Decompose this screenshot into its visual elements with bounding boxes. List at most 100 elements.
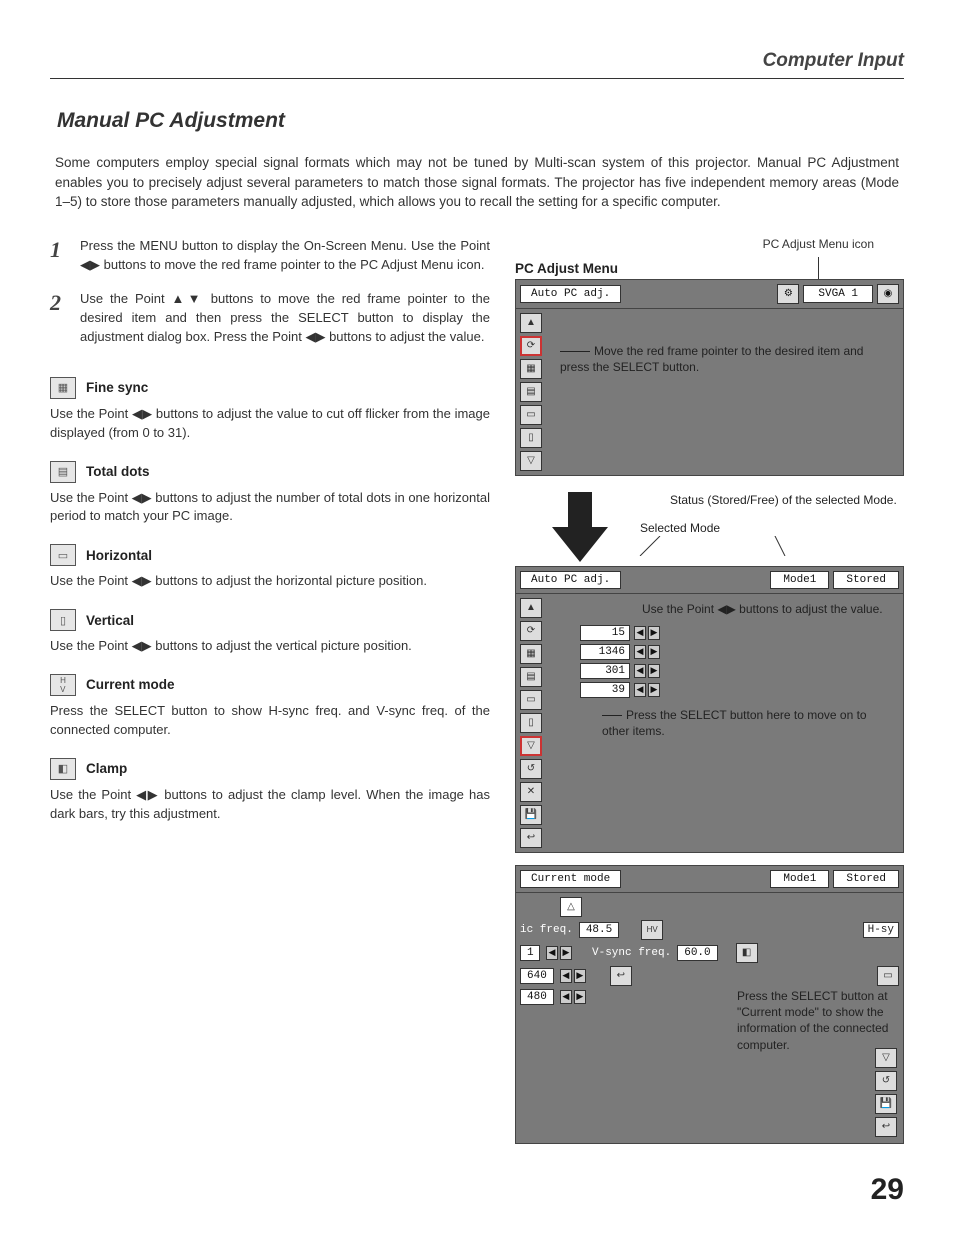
pc-adjust-icon: ⚙ bbox=[777, 284, 799, 304]
vertical-menu-icon: ▯ bbox=[520, 428, 542, 448]
item-title: Total dots bbox=[86, 464, 150, 479]
vertical-value: 39 bbox=[580, 682, 630, 698]
step-2: 2 Use the Point ▲▼ buttons to move the r… bbox=[50, 290, 490, 347]
adjust-arrows: ◀▶ bbox=[634, 645, 660, 659]
item-body: Press the SELECT button to show H-sync f… bbox=[50, 702, 490, 740]
total-dots-menu-icon: ▤ bbox=[520, 667, 542, 687]
h-sync-label-right: H-sy bbox=[863, 922, 899, 938]
p3-row-hsync: ic freq. 48.5 HV H-sy bbox=[520, 920, 899, 940]
bar1-label: Auto PC adj. bbox=[520, 285, 621, 303]
panel1-icons: ▲ ⟳ ▦ ▤ ▭ ▯ ▽ bbox=[516, 309, 546, 475]
panel2-bar: Auto PC adj. Mode1 Stored bbox=[516, 567, 903, 594]
vertical-icon: ▯ bbox=[50, 609, 76, 631]
row4-value: 640 bbox=[520, 968, 554, 984]
horizontal-menu-icon: ▭ bbox=[520, 690, 542, 710]
callout-1-text: Move the red frame pointer to the desire… bbox=[560, 344, 863, 374]
scroll-down-icon: ▽ bbox=[520, 451, 542, 471]
item-current-mode: HV Current mode Press the SELECT button … bbox=[50, 674, 490, 740]
item-fine-sync: ▦ Fine sync Use the Point ◀▶ buttons to … bbox=[50, 377, 490, 443]
clamp-menu-icon: ◧ bbox=[736, 943, 758, 963]
leader-line bbox=[818, 257, 819, 279]
p3-side-icons: ▽ ↺ 💾 ↩ bbox=[875, 1048, 897, 1137]
h-freq-value: 48.5 bbox=[579, 922, 619, 938]
step-text: Press the MENU button to display the On-… bbox=[80, 237, 490, 275]
item-total-dots: ▤ Total dots Use the Point ◀▶ buttons to… bbox=[50, 461, 490, 527]
fine-sync-icon: ▦ bbox=[50, 377, 76, 399]
reset-icon: ↺ bbox=[520, 759, 542, 779]
p3-row-4: 640 ◀▶ ↩ ▭ bbox=[520, 966, 899, 986]
item-horizontal: ▭ Horizontal Use the Point ◀▶ buttons to… bbox=[50, 544, 490, 591]
bar1-mode: SVGA 1 bbox=[803, 285, 873, 303]
item-body: Use the Point ◀▶ buttons to adjust the n… bbox=[50, 489, 490, 527]
bar2-label: Auto PC adj. bbox=[520, 571, 621, 589]
adjust-arrows: ◀▶ bbox=[560, 969, 586, 983]
value-row-fine-sync: 15 ◀▶ bbox=[552, 625, 897, 641]
selected-mode-note: Selected Mode bbox=[640, 520, 900, 536]
bar2-status: Stored bbox=[833, 571, 899, 589]
scroll-note-text: Press the SELECT button here to move on … bbox=[602, 708, 867, 738]
fine-sync-menu-icon: ▦ bbox=[520, 359, 542, 379]
item-vertical: ▯ Vertical Use the Point ◀▶ buttons to a… bbox=[50, 609, 490, 656]
page-number: 29 bbox=[871, 1173, 904, 1207]
header-rule bbox=[50, 78, 904, 79]
item-title: Vertical bbox=[86, 613, 134, 628]
adjust-note: Use the Point ◀▶ buttons to adjust the v… bbox=[642, 601, 897, 617]
total-dots-menu-icon: ▤ bbox=[520, 382, 542, 402]
adjust-arrows: ◀▶ bbox=[546, 946, 572, 960]
horizontal-icon: ▭ bbox=[50, 544, 76, 566]
panel2-icons: ▲ ⟳ ▦ ▤ ▭ ▯ ▽ ↺ ✕ 💾 ↩ bbox=[516, 594, 546, 852]
menu-panel-1: Auto PC adj. ⚙ SVGA 1 ◉ ▲ ⟳ ▦ ▤ ▭ ▯ ▽ bbox=[515, 279, 904, 476]
store-icon: 💾 bbox=[520, 805, 542, 825]
item-body: Use the Point ◀▶ buttons to adjust the c… bbox=[50, 786, 490, 824]
p3-row-vsync: 1 ◀▶ V-sync freq. 60.0 ◧ bbox=[520, 943, 899, 963]
scroll-down-icon: ▽ bbox=[520, 736, 542, 756]
store-icon: 💾 bbox=[875, 1094, 897, 1114]
fine-sync-menu-icon: ▦ bbox=[520, 644, 542, 664]
auto-pc-icon: ⟳ bbox=[520, 621, 542, 641]
menu-panel-3: Current mode Mode1 Stored △ ic freq. 48.… bbox=[515, 865, 904, 1144]
adjust-arrows: ◀▶ bbox=[560, 990, 586, 1004]
step-number: 2 bbox=[50, 290, 68, 347]
total-dots-value: 1346 bbox=[580, 644, 630, 660]
clamp-icon: ◧ bbox=[50, 758, 76, 780]
item-title: Current mode bbox=[86, 677, 175, 692]
step-1: 1 Press the MENU button to display the O… bbox=[50, 237, 490, 275]
v-freq-value: 60.0 bbox=[677, 945, 717, 961]
item-title: Clamp bbox=[86, 761, 127, 776]
item-clamp: ◧ Clamp Use the Point ◀▶ buttons to adju… bbox=[50, 758, 490, 824]
scroll-down-icon: ▽ bbox=[875, 1048, 897, 1068]
current-mode-icon: HV bbox=[50, 674, 76, 696]
horizontal-value: 301 bbox=[580, 663, 630, 679]
scroll-up-icon: ▲ bbox=[520, 313, 542, 333]
item-body: Use the Point ◀▶ buttons to adjust the v… bbox=[50, 637, 490, 656]
value-row-vertical: 39 ◀▶ bbox=[552, 682, 897, 698]
adjust-arrows: ◀▶ bbox=[634, 626, 660, 640]
row3-value: 1 bbox=[520, 945, 540, 961]
bar3-label: Current mode bbox=[520, 870, 621, 888]
auto-pc-icon: ⟳ bbox=[520, 336, 542, 356]
item-title: Fine sync bbox=[86, 380, 148, 395]
menu-panel-2: Auto PC adj. Mode1 Stored ▲ ⟳ ▦ ▤ ▭ ▯ ▽ … bbox=[515, 566, 904, 853]
left-column: 1 Press the MENU button to display the O… bbox=[50, 237, 490, 1156]
scroll-up-icon: △ bbox=[560, 897, 582, 917]
panel3-bar: Current mode Mode1 Stored bbox=[516, 866, 903, 893]
quit-icon: ↩ bbox=[610, 966, 632, 986]
adjust-arrows: ◀▶ bbox=[634, 683, 660, 697]
input-icon: ◉ bbox=[877, 284, 899, 304]
step-number: 1 bbox=[50, 237, 68, 275]
h-freq-label-left: ic freq. bbox=[520, 924, 573, 936]
scroll-up-icon: ▲ bbox=[520, 598, 542, 618]
status-note: Status (Stored/Free) of the selected Mod… bbox=[670, 492, 900, 508]
free-icon: ✕ bbox=[520, 782, 542, 802]
step-text: Use the Point ▲▼ buttons to move the red… bbox=[80, 290, 490, 347]
pc-adjust-menu-label: PC Adjust Menu bbox=[515, 261, 618, 276]
bar2-mode: Mode1 bbox=[770, 571, 829, 589]
page-title: Manual PC Adjustment bbox=[57, 109, 904, 133]
item-title: Horizontal bbox=[86, 548, 152, 563]
quit-icon: ↩ bbox=[875, 1117, 897, 1137]
display-area-icon: ▭ bbox=[877, 966, 899, 986]
value-row-horizontal: 301 ◀▶ bbox=[552, 663, 897, 679]
intro-paragraph: Some computers employ special signal for… bbox=[55, 153, 899, 212]
value-row-total-dots: 1346 ◀▶ bbox=[552, 644, 897, 660]
right-column: PC Adjust Menu PC Adjust Menu icon Auto … bbox=[515, 237, 904, 1156]
